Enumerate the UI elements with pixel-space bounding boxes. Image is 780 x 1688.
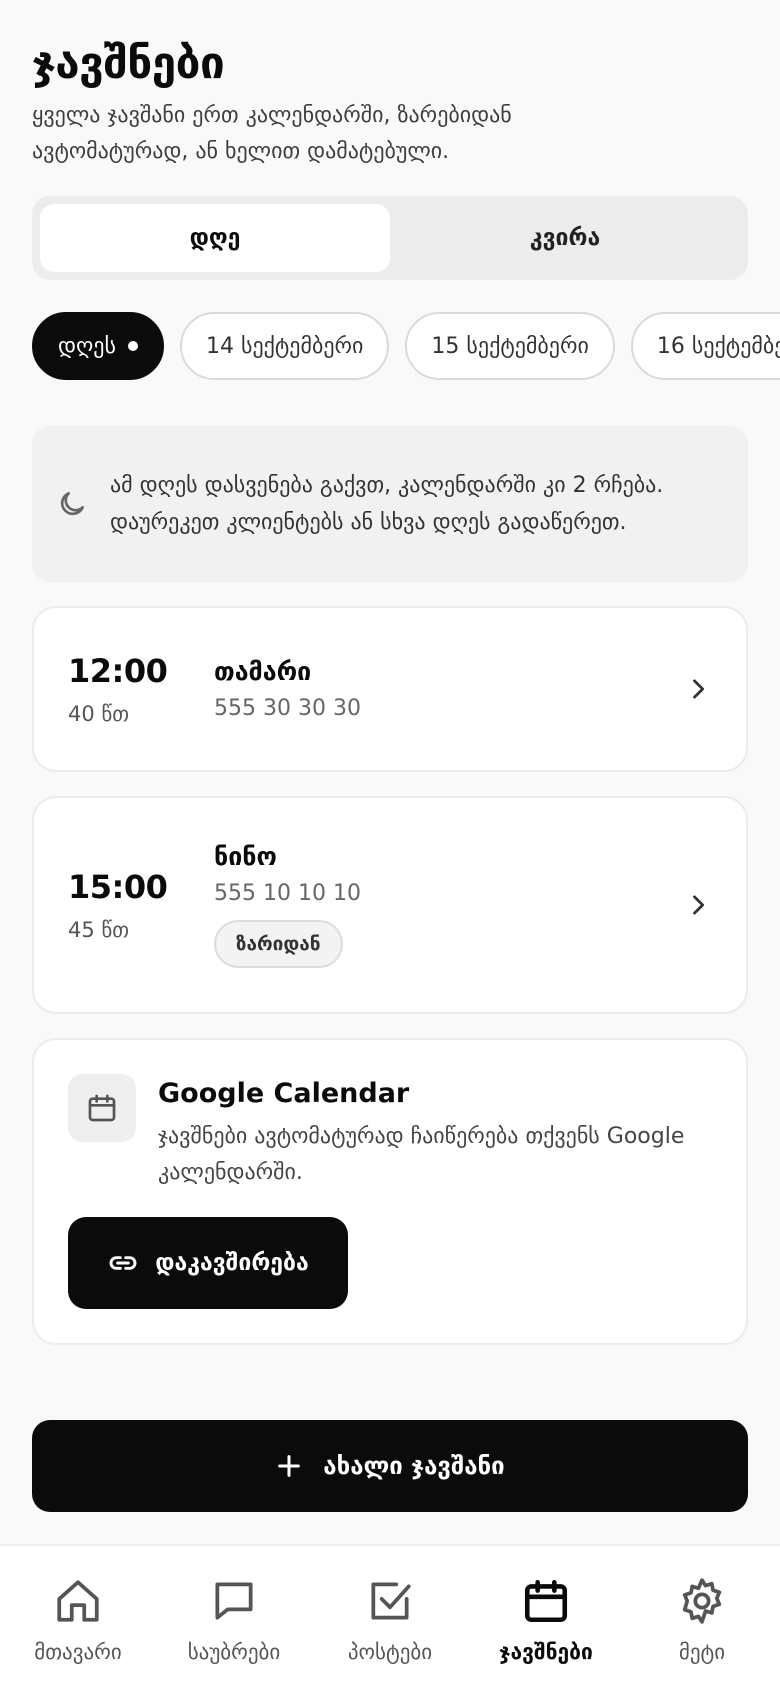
view-toggle: დღე კვირა [32,196,748,280]
google-calendar-title: Google Calendar [158,1078,410,1109]
source-badge: ზარიდან [214,920,343,968]
chevron-right-icon [693,679,705,699]
google-calendar-text: Google Calendar ჯავშნები ავტომატურად ჩაი… [158,1074,712,1191]
checkbox-icon [371,1582,411,1620]
tab-label: ჯავშნები [499,1640,593,1664]
appointment-time-column: 15:00 45 წთ [68,868,214,942]
chat-icon [215,1582,253,1620]
client-phone: 555 30 30 30 [214,696,361,721]
appointment-time: 15:00 [68,868,168,906]
date-chip-label: დღეს [58,333,116,359]
plus-icon [278,1455,301,1477]
page-subtitle: ყველა ჯავშანი ერთ კალენდარში, ზარებიდან … [32,103,512,164]
appointment-info: თამარი 555 30 30 30 [214,657,684,721]
day-off-notice: ამ დღეს დასვენება გაქვთ, კალენდარში კი 2… [32,426,748,582]
client-name: ნინო [214,842,277,871]
chevron-right-icon [693,895,705,915]
google-calendar-header: Google Calendar ჯავშნები ავტომატურად ჩაი… [68,1074,712,1191]
tab-label: მთავარი [34,1640,122,1664]
tab-more[interactable]: მეტი [624,1546,780,1688]
appointment-duration: 40 წთ [68,702,130,726]
appointment-card[interactable]: 12:00 40 წთ თამარი 555 30 30 30 [32,606,748,772]
appointment-duration: 45 წთ [68,918,130,942]
date-chip-row: დღეს 14 სექტემბერი 15 სექტემბერი 16 სექტ… [32,312,780,380]
tab-label: პოსტები [347,1640,433,1664]
calendar-icon [68,1074,136,1142]
week-view-tab[interactable]: კვირა [390,204,740,272]
new-booking-label: ახალი ჯავშანი [323,1452,505,1480]
bottom-tab-bar: მთავარი საუბრები პოსტები ჯავშნები მეტი [0,1544,780,1688]
appointment-time-column: 12:00 40 წთ [68,652,214,726]
google-calendar-card: Google Calendar ჯავშნები ავტომატურად ჩაი… [32,1038,748,1345]
gear-icon [682,1578,722,1624]
tab-label: საუბრები [187,1640,281,1664]
date-chip-label: 16 სექტემბერი [656,333,780,359]
bookings-screen: ჯავშნები ყველა ჯავშანი ერთ კალენდარში, ზ… [0,0,780,1688]
tab-bookings[interactable]: ჯავშნები [468,1546,624,1688]
notice-text: ამ დღეს დასვენება გაქვთ, კალენდარში კი 2… [110,473,664,535]
home-icon [57,1580,99,1622]
appointment-info: ნინო 555 10 10 10 ზარიდან [214,842,684,968]
new-booking-button[interactable]: ახალი ჯავშანი [32,1420,748,1512]
tab-home[interactable]: მთავარი [0,1546,156,1688]
connect-button-label: დაკავშირება [155,1250,309,1276]
date-chip[interactable]: 15 სექტემბერი [405,312,615,380]
client-name: თამარი [214,657,312,686]
client-phone: 555 10 10 10 [214,881,361,906]
date-chip[interactable]: 16 სექტემბერი [630,312,780,380]
link-icon [109,1256,137,1270]
date-chip-today[interactable]: დღეს [32,312,164,380]
today-dot-indicator [127,341,138,351]
page-title: ჯავშნები [32,38,225,89]
tab-posts[interactable]: პოსტები [312,1546,468,1688]
date-chip-label: 15 სექტემბერი [431,333,589,359]
tab-chats[interactable]: საუბრები [156,1546,312,1688]
moon-icon [60,492,84,516]
appointment-card[interactable]: 15:00 45 წთ ნინო 555 10 10 10 ზარიდან [32,796,748,1014]
google-calendar-description: ჯავშნები ავტომატურად ჩაიწერება თქვენს Go… [158,1124,685,1185]
date-chip[interactable]: 14 სექტემბერი [179,312,390,380]
date-chip-label: 14 სექტემბერი [205,333,364,359]
day-view-tab[interactable]: დღე [40,204,390,272]
calendar-icon [524,1579,568,1623]
connect-button[interactable]: დაკავშირება [68,1217,348,1309]
tab-label: მეტი [678,1640,726,1664]
appointment-time: 12:00 [68,652,168,690]
